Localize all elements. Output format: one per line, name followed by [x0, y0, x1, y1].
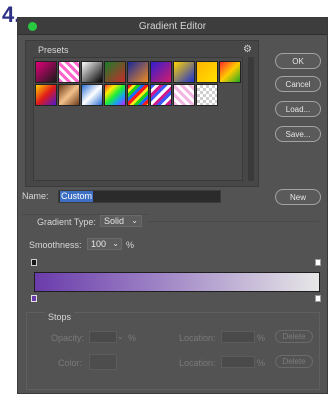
smoothness-value: 100 — [91, 239, 107, 249]
color-stop-right[interactable] — [315, 295, 321, 302]
save-button[interactable]: Save... — [275, 126, 321, 142]
color-stop-left[interactable] — [31, 295, 37, 302]
color-location-label: Location: — [179, 358, 216, 368]
preset-swatch[interactable] — [150, 61, 172, 83]
stops-panel: Stops Opacity: ⌄ % Location: % Delete Co… — [26, 312, 320, 390]
gear-icon[interactable]: ⚙ — [243, 44, 252, 55]
ok-button[interactable]: OK — [275, 53, 321, 69]
preset-swatch[interactable] — [81, 84, 103, 106]
name-value: Custom — [60, 191, 94, 202]
opacity-location-label: Location: — [179, 333, 216, 343]
opacity-label: Opacity: — [51, 333, 85, 343]
opacity-input[interactable] — [89, 331, 117, 343]
opacity-location-input[interactable] — [221, 331, 255, 343]
title-bar[interactable]: Gradient Editor — [18, 18, 327, 35]
preset-swatch[interactable] — [58, 84, 80, 106]
gradient-type-value: Solid — [104, 216, 125, 226]
load-button[interactable]: Load... — [275, 101, 321, 117]
preset-swatch[interactable] — [81, 61, 103, 83]
gradient-editor-window: Gradient Editor Presets ⚙ OK Cancel Load… — [17, 17, 328, 394]
color-label: Color: — [58, 358, 83, 368]
preset-swatch[interactable] — [173, 84, 195, 106]
color-location-unit: % — [257, 358, 266, 368]
cancel-button[interactable]: Cancel — [275, 76, 321, 92]
color-swatch[interactable] — [89, 354, 117, 370]
presets-scrollbar[interactable] — [248, 57, 254, 181]
preset-swatch-grid — [33, 57, 243, 181]
color-location-input[interactable] — [221, 356, 255, 368]
chevron-down-icon: ⌄ — [117, 332, 124, 341]
smoothness-input[interactable]: 100 ⌄ — [87, 238, 122, 250]
window-title: Gradient Editor — [138, 21, 207, 32]
presets-title: Presets — [38, 45, 69, 55]
opacity-unit: % — [128, 333, 137, 343]
preset-swatch[interactable] — [150, 84, 172, 106]
color-delete-button[interactable]: Delete — [275, 355, 313, 368]
preset-swatch[interactable] — [196, 61, 218, 83]
opacity-stop-right[interactable] — [315, 259, 321, 266]
preset-swatch[interactable] — [35, 61, 57, 83]
name-label: Name: — [22, 191, 49, 201]
preset-swatch[interactable] — [196, 84, 218, 106]
preset-swatch[interactable] — [58, 61, 80, 83]
preset-swatch[interactable] — [173, 61, 195, 83]
name-input[interactable]: Custom — [58, 190, 221, 203]
opacity-location-unit: % — [257, 333, 266, 343]
chevron-down-icon: ⌄ — [131, 216, 138, 225]
gradient-type-select[interactable]: Solid ⌄ — [100, 215, 142, 227]
new-button[interactable]: New — [275, 189, 321, 205]
preset-swatch[interactable] — [127, 61, 149, 83]
preset-swatch[interactable] — [127, 84, 149, 106]
chevron-down-icon[interactable]: ⌄ — [112, 239, 119, 249]
opacity-stop-left[interactable] — [31, 259, 37, 266]
preset-swatch[interactable] — [104, 61, 126, 83]
gradient-preview-bar[interactable] — [34, 272, 320, 292]
preset-swatch[interactable] — [35, 84, 57, 106]
stops-title: Stops — [45, 312, 75, 322]
opacity-delete-button[interactable]: Delete — [275, 330, 313, 343]
smoothness-label: Smoothness: — [29, 240, 82, 250]
presets-panel: Presets ⚙ — [25, 40, 259, 187]
preset-swatch[interactable] — [219, 61, 241, 83]
smoothness-unit: % — [126, 240, 135, 250]
gradient-type-label: Gradient Type: — [37, 217, 96, 227]
preset-swatch[interactable] — [104, 84, 126, 106]
